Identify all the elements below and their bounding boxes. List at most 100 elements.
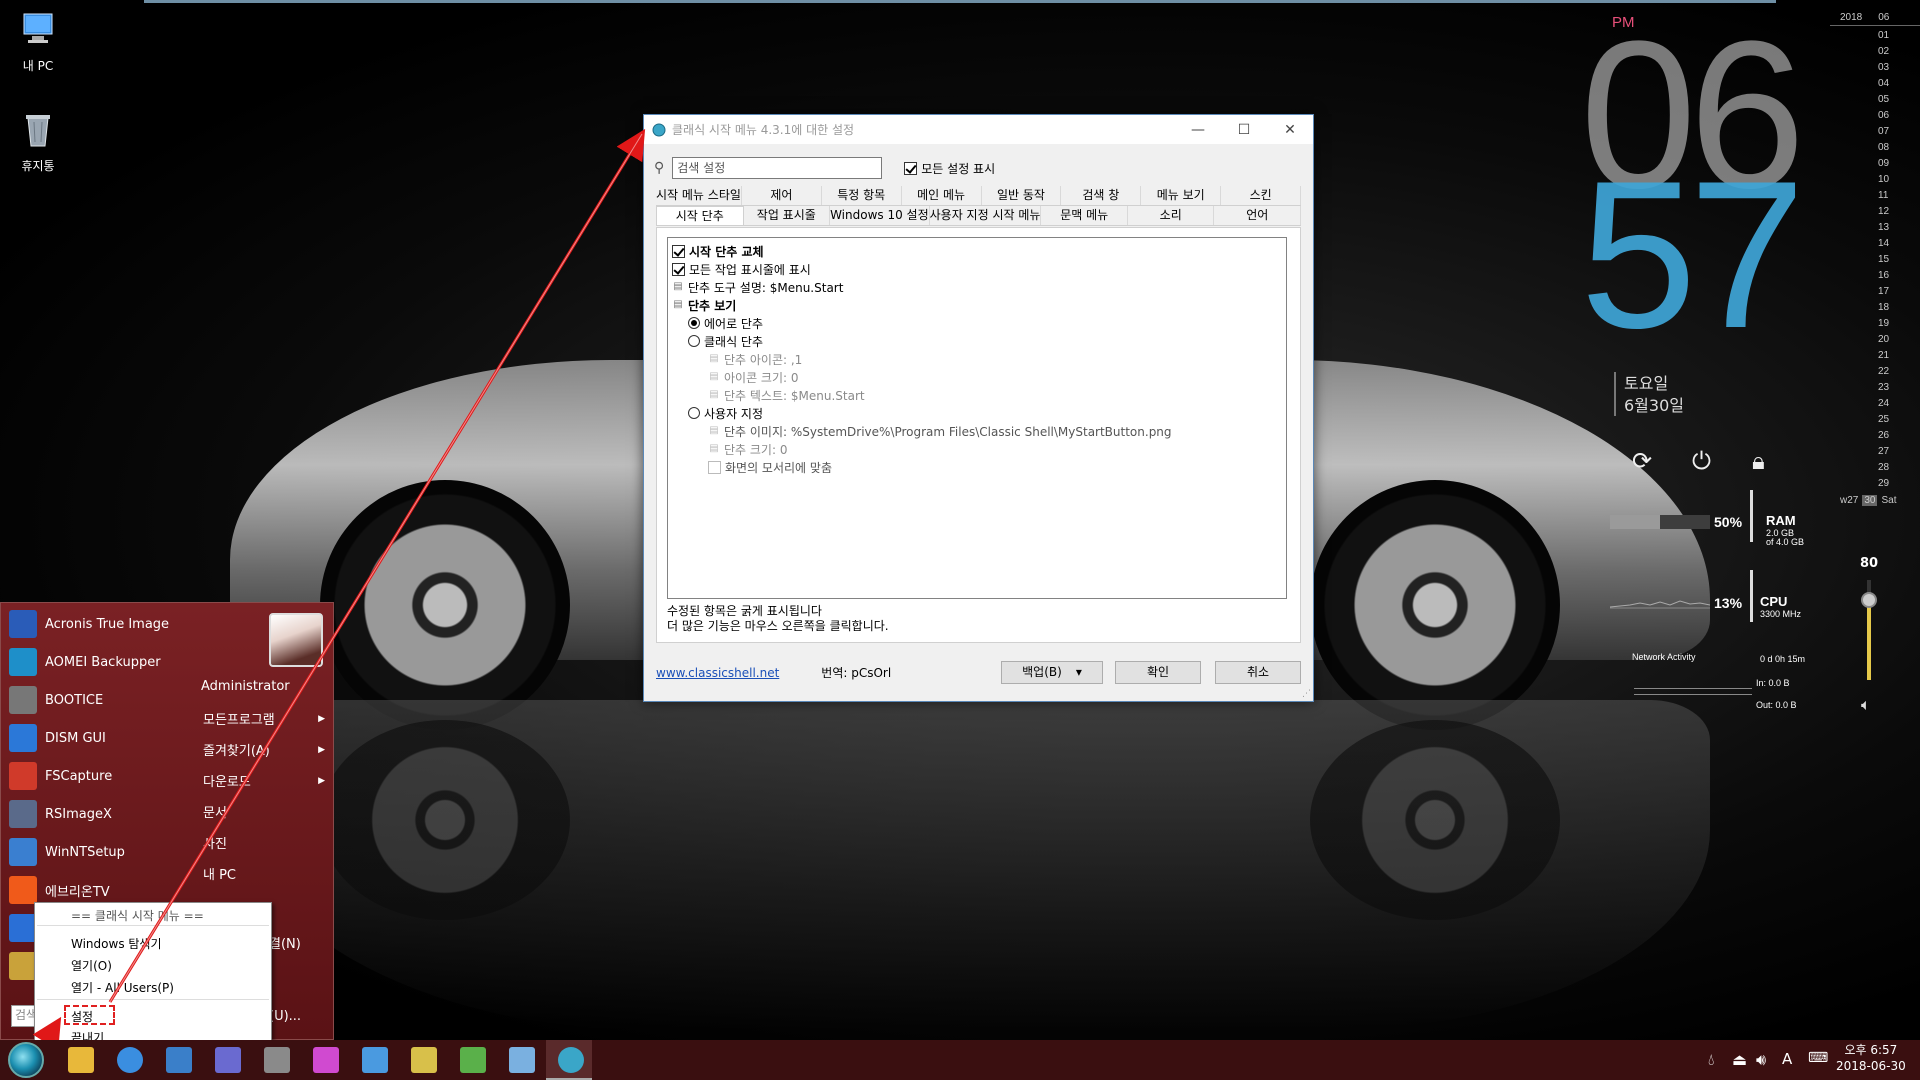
classicshell-link[interactable]: www.classicshell.net (656, 666, 779, 680)
start-menu-folder[interactable]: 다운로드 ▶ (201, 765, 331, 796)
settings-tab[interactable]: 일반 동작 (982, 186, 1062, 205)
start-menu-app[interactable]: WinNTSetup (1, 833, 197, 871)
checkbox-box[interactable] (904, 161, 918, 175)
settings-tab[interactable]: 제어 (742, 186, 822, 205)
calendar-day[interactable]: 17 (1878, 284, 1920, 300)
calendar-day[interactable]: 09 (1878, 156, 1920, 172)
settings-tab[interactable]: 특정 항목 (822, 186, 902, 205)
context-item-open-all-users[interactable]: 열기 - All Users(P) (71, 979, 174, 996)
desktop-icon-my-pc[interactable]: 내 PC (0, 10, 76, 74)
calendar-day[interactable]: 22 (1878, 364, 1920, 380)
cancel-button[interactable]: 취소 (1215, 661, 1301, 684)
tree-item-classic[interactable]: 클래식 단추 (672, 332, 1282, 350)
ime-indicator[interactable]: A (1782, 1050, 1792, 1068)
settings-tab[interactable]: 스킨 (1221, 186, 1302, 205)
calendar-day[interactable]: 02 (1878, 44, 1920, 60)
calendar-day[interactable]: 27 (1878, 444, 1920, 460)
settings-tab[interactable]: 문맥 메뉴 (1041, 206, 1128, 225)
resize-grip-icon[interactable]: ⋰ (1302, 689, 1311, 699)
power-icon[interactable]: ⏻ (1692, 447, 1711, 475)
usb-tray-icon[interactable]: ⏏ (1732, 1050, 1747, 1069)
volume-tray-icon[interactable]: 🔊︎ (1756, 1050, 1766, 1070)
tree-item-tooltip[interactable]: ▤ 단추 도구 설명: $Menu.Start (672, 278, 1282, 296)
floppy-save-icon[interactable] (166, 1047, 192, 1073)
calendar-day[interactable]: 01 (1878, 28, 1920, 44)
minimize-button[interactable]: — (1175, 115, 1221, 144)
calendar-day[interactable]: 07 (1878, 124, 1920, 140)
tree-item-button-look[interactable]: ▤ 단추 보기 (672, 296, 1282, 314)
start-menu-app[interactable]: BOOTICE (1, 681, 197, 719)
tree-item-custom-size[interactable]: ▤ 단추 크기: 0 (672, 440, 1282, 458)
tree-item-classic-icon[interactable]: ▤ 단추 아이콘: ,1 (672, 350, 1282, 368)
start-menu-app[interactable]: FSCapture (1, 757, 197, 795)
calendar-day[interactable]: 11 (1878, 188, 1920, 204)
plant-icon[interactable] (460, 1047, 486, 1073)
settings-tab[interactable]: 사용자 지정 시작 메뉴 (930, 206, 1042, 225)
droplet-icon[interactable] (509, 1047, 535, 1073)
settings-tab[interactable]: 언어 (1214, 206, 1302, 225)
tree-item-fit-corner[interactable]: 화면의 모서리에 맞춤 (672, 458, 1282, 476)
start-menu-app[interactable]: Acronis True Image (1, 605, 197, 643)
network-icon[interactable] (215, 1047, 241, 1073)
calendar-day[interactable]: 14 (1878, 236, 1920, 252)
settings-tab[interactable]: 검색 창 (1061, 186, 1142, 205)
dialog-titlebar[interactable]: 클래식 시작 메뉴 4.3.1에 대한 설정 — ☐ ✕ (644, 115, 1313, 144)
show-all-settings-checkbox[interactable]: 모든 설정 표시 (904, 160, 995, 177)
start-menu-app[interactable]: AOMEI Backupper (1, 643, 197, 681)
calendar-day[interactable]: 20 (1878, 332, 1920, 348)
settings-tree[interactable]: 시작 단추 교체 모든 작업 표시줄에 표시 ▤ 단추 도구 설명: $Menu.… (667, 237, 1287, 599)
calendar-day[interactable]: 26 (1878, 428, 1920, 444)
color-palette-icon[interactable] (313, 1047, 339, 1073)
calendar-day[interactable]: 18 (1878, 300, 1920, 316)
backup-button[interactable]: 백업(B) ▾ (1001, 661, 1103, 684)
calendar-day[interactable]: 16 (1878, 268, 1920, 284)
desktop-icon-recycle-bin[interactable]: 휴지통 (0, 110, 76, 174)
restart-icon[interactable]: ⟳ (1632, 447, 1652, 475)
calendar-day[interactable]: 21 (1878, 348, 1920, 364)
settings-tab[interactable]: 소리 (1128, 206, 1215, 225)
calendar-day[interactable]: 29 (1878, 476, 1920, 492)
calendar-day[interactable]: 03 (1878, 60, 1920, 76)
settings-search-input[interactable]: 검색 설정 (672, 157, 883, 179)
tree-item-custom[interactable]: 사용자 지정 (672, 404, 1282, 422)
context-item-explorer[interactable]: Windows 탐색기 (71, 935, 162, 952)
start-menu-app[interactable]: DISM GUI (1, 719, 197, 757)
bee-icon[interactable] (264, 1047, 290, 1073)
calendar-day[interactable]: 04 (1878, 76, 1920, 92)
start-menu-app[interactable]: RSImageX (1, 795, 197, 833)
start-menu-folder[interactable]: 모든프로그램 ▶ (201, 703, 331, 734)
close-button[interactable]: ✕ (1267, 115, 1313, 144)
tree-item-custom-image[interactable]: ▤ 단추 이미지: %SystemDrive%\Program Files\Cla… (672, 422, 1282, 440)
speaker-icon[interactable]: 🔈︎ (1861, 695, 1871, 715)
run-item[interactable]: (U)... (269, 1009, 301, 1024)
classic-shell-icon[interactable] (558, 1047, 584, 1073)
calendar-today[interactable]: 30 (1862, 495, 1878, 506)
settings-tab[interactable]: 작업 표시줄 (744, 206, 831, 225)
tree-item-classic-text[interactable]: ▤ 단추 텍스트: $Menu.Start (672, 386, 1282, 404)
calendar-day[interactable]: 23 (1878, 380, 1920, 396)
start-button[interactable] (8, 1042, 44, 1078)
calendar-day[interactable]: 28 (1878, 460, 1920, 476)
shutdown-item[interactable]: 결(N) (269, 933, 301, 952)
maximize-button[interactable]: ☐ (1221, 115, 1267, 144)
settings-tab[interactable]: 메뉴 보기 (1141, 186, 1222, 205)
internet-explorer-icon[interactable] (117, 1047, 143, 1073)
start-menu-folder[interactable]: 사진 (201, 827, 331, 858)
context-item-open[interactable]: 열기(O) (71, 957, 112, 974)
volume-slider-knob[interactable] (1861, 592, 1877, 608)
tree-item-all-taskbars[interactable]: 모든 작업 표시줄에 표시 (672, 260, 1282, 278)
calendar-day[interactable]: 06 (1878, 108, 1920, 124)
start-menu-folder[interactable]: 내 PC (201, 858, 331, 889)
tree-item-replace-start[interactable]: 시작 단추 교체 (672, 242, 1282, 260)
droplet-tray-icon[interactable]: 💧︎ (1708, 1050, 1714, 1070)
start-menu-folder[interactable]: 문서 (201, 796, 331, 827)
grid-icon[interactable] (362, 1047, 388, 1073)
calendar-day[interactable]: 08 (1878, 140, 1920, 156)
settings-tab[interactable]: 메인 메뉴 (902, 186, 982, 205)
calendar-day[interactable]: 24 (1878, 396, 1920, 412)
settings-tab[interactable]: 시작 단추 (656, 206, 744, 225)
calendar-day[interactable]: 13 (1878, 220, 1920, 236)
calendar-day[interactable]: 25 (1878, 412, 1920, 428)
start-menu-folder[interactable]: 즐겨찾기(A) ▶ (201, 734, 331, 765)
calendar-day[interactable]: 05 (1878, 92, 1920, 108)
